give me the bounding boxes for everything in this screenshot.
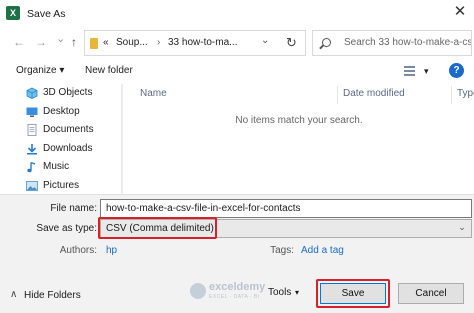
pictures-icon: [26, 180, 38, 191]
column-header-date-modified[interactable]: Date modified: [343, 88, 405, 99]
breadcrumb-overflow[interactable]: «: [103, 37, 109, 48]
back-arrow-icon[interactable]: ←: [13, 35, 25, 49]
save-as-type-label: Save as type:: [36, 223, 97, 234]
sidebar-scrollbar[interactable]: [121, 84, 123, 194]
title-bar: X Save As ✕: [0, 0, 474, 28]
sidebar-item-label: Documents: [43, 124, 94, 135]
command-bar: Organize ▾ New folder ▾ ?: [0, 58, 474, 84]
authors-value[interactable]: hp: [106, 245, 117, 256]
sidebar-item-downloads[interactable]: Downloads: [26, 140, 123, 158]
column-header-name[interactable]: Name: [140, 88, 167, 99]
watermark-brand: exceldemy: [209, 281, 266, 293]
column-divider[interactable]: [337, 86, 338, 104]
breadcrumb-current-folder[interactable]: 33 how-to-ma...: [168, 37, 237, 48]
sidebar-item-label: Downloads: [43, 143, 93, 154]
empty-folder-message: No items match your search.: [235, 115, 363, 126]
window-title: Save As: [27, 8, 66, 20]
address-bar[interactable]: « Soup... › 33 how-to-ma... ⌄ ↻: [84, 30, 306, 56]
search-placeholder: Search 33 how-to-make-a-cs...: [344, 37, 472, 48]
hide-folders-chevron-icon[interactable]: ∧: [10, 289, 17, 300]
column-divider[interactable]: [451, 86, 452, 104]
search-icon: [322, 38, 331, 47]
hide-folders-button[interactable]: Hide Folders: [24, 290, 81, 301]
sidebar-item-label: Music: [43, 161, 70, 172]
breadcrumb-soup[interactable]: Soup...: [116, 37, 148, 48]
desktop-icon: [26, 106, 38, 117]
file-name-label: File name:: [50, 203, 97, 214]
help-icon[interactable]: ?: [449, 63, 464, 78]
sidebar-item-label: 3D Objects: [43, 87, 93, 98]
add-tag-link[interactable]: Add a tag: [301, 245, 344, 256]
save-form: File name: how-to-make-a-csv-file-in-exc…: [0, 194, 474, 270]
sidebar-item-label: Pictures: [43, 180, 80, 191]
cube-icon: [26, 87, 38, 99]
refresh-icon[interactable]: ↻: [286, 35, 297, 51]
sidebar-item-music[interactable]: Music: [26, 158, 123, 176]
sidebar-item-label: Desktop: [43, 106, 80, 117]
file-name-input[interactable]: how-to-make-a-csv-file-in-excel-for-cont…: [100, 199, 472, 218]
search-box[interactable]: Search 33 how-to-make-a-cs...: [312, 30, 472, 56]
save-button-highlight: [316, 279, 390, 308]
tools-chevron-icon[interactable]: ▾: [295, 288, 299, 297]
forward-arrow-icon[interactable]: →: [35, 35, 47, 49]
sidebar-item-desktop[interactable]: Desktop: [26, 103, 123, 121]
organize-button[interactable]: Organize ▾: [16, 65, 64, 76]
exceldemy-watermark: exceldemy EXCEL · DATA · BI: [190, 281, 270, 303]
music-icon: [26, 161, 38, 173]
folder-icon: [90, 38, 98, 49]
tools-button[interactable]: Tools: [268, 287, 291, 298]
navigation-bar: ← → ⌄ ↑ « Soup... › 33 how-to-ma... ⌄ ↻ …: [0, 28, 474, 58]
sidebar-item-documents[interactable]: Documents: [26, 121, 123, 139]
save-as-type-chevron-icon[interactable]: ⌄: [456, 222, 468, 234]
exceldemy-logo-icon: [190, 283, 206, 299]
save-as-type-highlight: [98, 217, 217, 239]
view-options-icon[interactable]: [404, 66, 415, 76]
address-dropdown-icon[interactable]: ⌄: [261, 35, 269, 46]
cancel-button[interactable]: Cancel: [398, 283, 464, 304]
navigation-pane: 3D Objects Desktop Documents Downloads M…: [0, 84, 123, 194]
watermark-tagline: EXCEL · DATA · BI: [209, 294, 260, 300]
breadcrumb-separator: ›: [157, 37, 161, 48]
up-arrow-icon[interactable]: ↑: [71, 35, 77, 49]
recent-locations-chevron-icon[interactable]: ⌄: [56, 32, 65, 45]
view-options-chevron-icon[interactable]: ▾: [424, 66, 429, 77]
sidebar-item-pictures[interactable]: Pictures: [26, 177, 123, 194]
column-header-type[interactable]: Type: [457, 88, 474, 99]
tags-label: Tags:: [270, 245, 294, 256]
close-icon[interactable]: ✕: [452, 3, 468, 21]
download-icon: [26, 143, 38, 155]
file-list[interactable]: Name Date modified Type No items match y…: [124, 84, 474, 194]
documents-icon: [26, 124, 38, 136]
sidebar-item-3d-objects[interactable]: 3D Objects: [26, 84, 123, 102]
excel-icon: X: [6, 6, 20, 20]
new-folder-button[interactable]: New folder: [85, 65, 133, 76]
authors-label: Authors:: [59, 245, 97, 256]
